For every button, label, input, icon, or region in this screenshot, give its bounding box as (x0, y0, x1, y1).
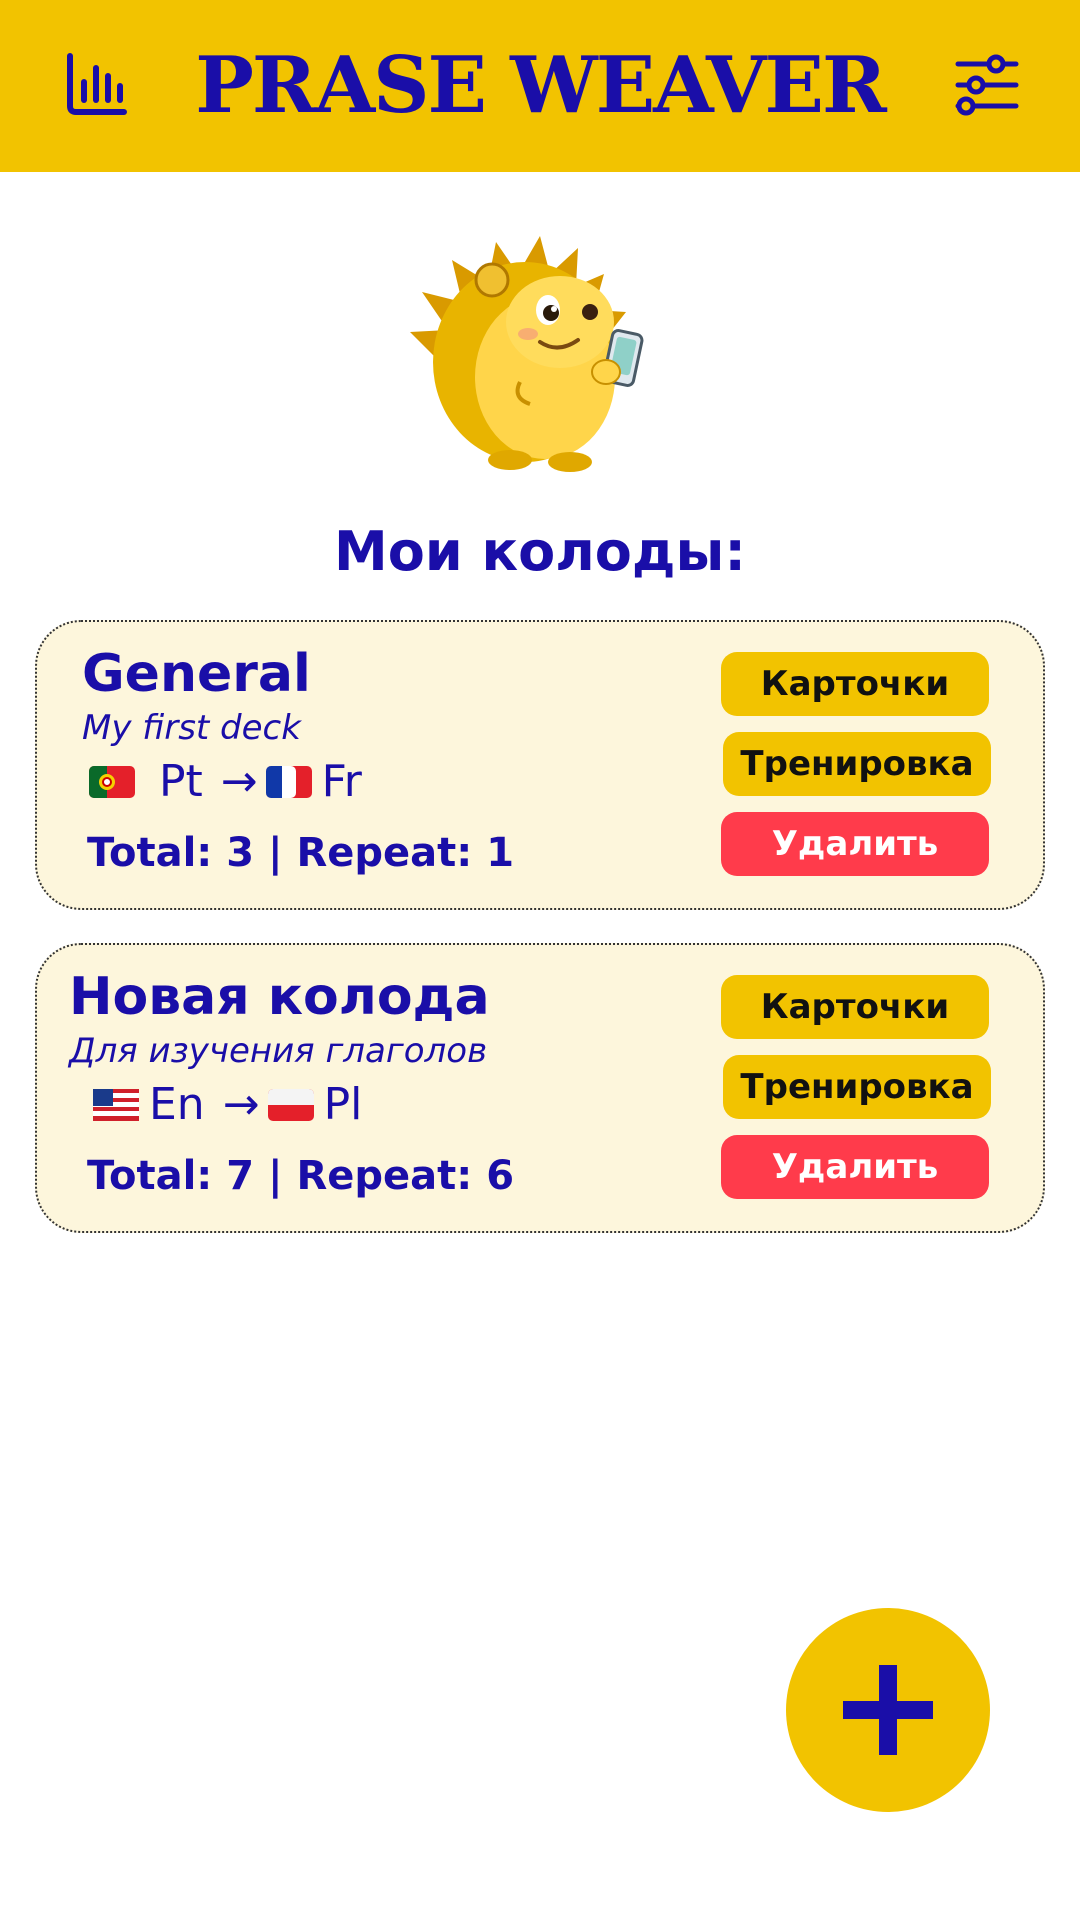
sliders-icon[interactable] (952, 50, 1022, 120)
france-flag-icon (265, 765, 312, 798)
delete-button[interactable]: Удалить (721, 1135, 989, 1199)
deck-name: Новая колода (69, 967, 490, 1027)
portugal-flag-icon (89, 765, 135, 798)
section-title: Мои колоды: (334, 520, 746, 583)
add-deck-button[interactable] (786, 1608, 990, 1812)
poland-flag-icon (267, 1088, 314, 1121)
app-title: PRASE WEAVER (195, 40, 887, 131)
source-language: En (149, 1079, 205, 1130)
deck-name: General (82, 644, 311, 704)
plus-icon (843, 1665, 933, 1755)
usa-flag-icon (93, 1088, 139, 1121)
arrow-icon: → (222, 1079, 260, 1130)
training-button[interactable]: Тренировка (723, 1055, 991, 1119)
target-language: Fr (321, 756, 362, 807)
deck-description: My first deck (82, 708, 301, 748)
deck-stats: Total: 3 | Repeat: 1 (87, 830, 515, 876)
deck-stats: Total: 7 | Repeat: 6 (87, 1153, 515, 1199)
bar-chart-icon[interactable] (62, 50, 132, 120)
language-pair: Pt → Fr (89, 756, 372, 807)
target-language: Pl (323, 1079, 363, 1130)
deck-card: Новая колода Для изучения глаголов En → … (35, 943, 1045, 1233)
cards-button[interactable]: Карточки (721, 652, 989, 716)
training-button[interactable]: Тренировка (723, 732, 991, 796)
deck-description: Для изучения глаголов (69, 1031, 488, 1071)
source-language: Pt (159, 756, 203, 807)
arrow-icon: → (220, 756, 258, 807)
delete-button[interactable]: Удалить (721, 812, 989, 876)
app-header: PRASE WEAVER (0, 0, 1080, 172)
deck-card: General My first deck Pt → Fr Total: 3 |… (35, 620, 1045, 910)
language-pair: En → Pl (93, 1079, 372, 1130)
cards-button[interactable]: Карточки (721, 975, 989, 1039)
hedgehog-mascot (400, 212, 680, 480)
